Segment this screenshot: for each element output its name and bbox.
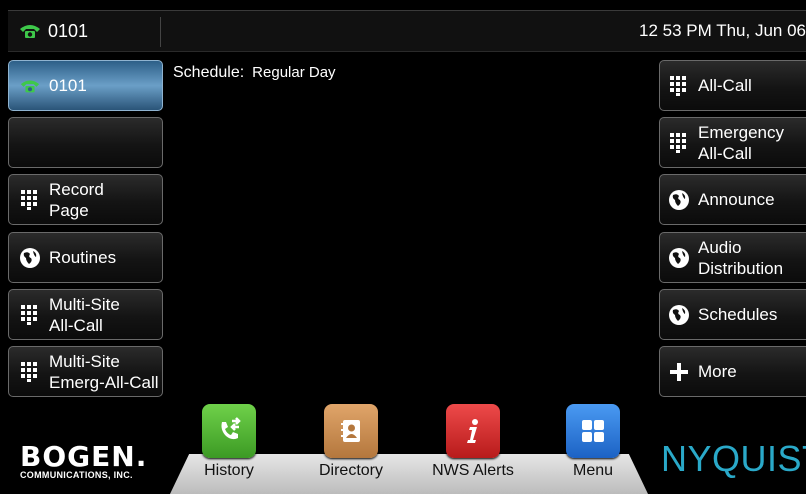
globe-icon xyxy=(668,304,690,326)
routines-button[interactable]: Routines xyxy=(8,232,163,283)
schedule-label: Schedule: xyxy=(173,64,245,81)
extension-indicator: 0101 xyxy=(18,11,88,51)
dock-label: Directory xyxy=(318,462,383,479)
button-label-line2: All-Call xyxy=(49,315,103,335)
dock-item-menu[interactable]: Menu xyxy=(538,404,648,480)
announce-button[interactable]: Announce xyxy=(659,174,806,225)
dock-label: NWS Alerts xyxy=(432,462,514,479)
button-label: Announce xyxy=(698,190,775,209)
dock-item-directory[interactable]: Directory xyxy=(296,404,406,480)
plus-icon xyxy=(668,361,690,383)
schedule-value: Regular Day xyxy=(252,64,336,81)
keypad-icon xyxy=(19,361,41,383)
dock-item-nws-alerts[interactable]: NWS Alerts xyxy=(418,404,528,480)
empty-button[interactable] xyxy=(8,117,163,168)
globe-icon xyxy=(668,247,690,269)
status-bar: 0101 12 53 PM Thu, Jun 06 xyxy=(8,10,806,52)
button-label: All-Call xyxy=(698,76,752,95)
emergency-all-call-button[interactable]: Emergency All-Call xyxy=(659,117,806,168)
button-label-line1: Emergency xyxy=(698,122,784,142)
keypad-icon xyxy=(19,304,41,326)
grid-menu-icon xyxy=(566,404,620,458)
date-time: 12 53 PM Thu, Jun 06 xyxy=(639,21,806,40)
extension-button[interactable]: 0101 xyxy=(8,60,163,111)
keypad-icon xyxy=(19,189,41,211)
info-icon xyxy=(446,404,500,458)
divider xyxy=(160,17,161,47)
button-label-line1: Record xyxy=(49,179,104,199)
all-call-button[interactable]: All-Call xyxy=(659,60,806,111)
button-label: Schedules xyxy=(698,305,778,324)
button-label: Routines xyxy=(49,248,117,267)
keypad-icon xyxy=(668,132,690,154)
dock-label: Menu xyxy=(572,462,614,479)
button-label: 0101 xyxy=(49,76,87,95)
button-label-line2: Emerg-All-Call xyxy=(49,372,159,392)
multi-site-all-call-button[interactable]: Multi-Site All-Call xyxy=(8,289,163,340)
dock-label: History xyxy=(204,462,254,479)
button-label-line1: Audio xyxy=(698,237,742,257)
audio-distribution-button[interactable]: Audio Distribution xyxy=(659,232,806,283)
schedules-button[interactable]: Schedules xyxy=(659,289,806,340)
schedule-status: Schedule: Regular Day xyxy=(173,64,336,82)
multi-site-emerg-all-call-button[interactable]: Multi-Site Emerg-All-Call xyxy=(8,346,163,397)
dock-item-history[interactable]: History xyxy=(174,404,284,480)
extension-number: 0101 xyxy=(48,20,89,41)
phone-icon xyxy=(20,25,40,38)
nyquist-logo: NYQUIST xyxy=(661,438,806,479)
more-button[interactable]: More xyxy=(659,346,806,397)
address-book-icon xyxy=(324,404,378,458)
globe-icon xyxy=(668,189,690,211)
phone-icon xyxy=(19,75,41,97)
bogen-logo: BOGEN. COMMUNICATIONS, INC. xyxy=(20,440,148,481)
call-history-icon xyxy=(202,404,256,458)
record-page-button[interactable]: Record Page xyxy=(8,174,163,225)
button-label-line2: All-Call xyxy=(698,143,752,163)
button-label-line2: Page xyxy=(49,200,89,220)
button-label-line1: Multi-Site xyxy=(49,351,120,371)
button-label: More xyxy=(698,362,737,381)
globe-icon xyxy=(19,247,41,269)
button-label-line2: Distribution xyxy=(698,258,784,278)
keypad-icon xyxy=(668,75,690,97)
button-label-line1: Multi-Site xyxy=(49,294,120,314)
